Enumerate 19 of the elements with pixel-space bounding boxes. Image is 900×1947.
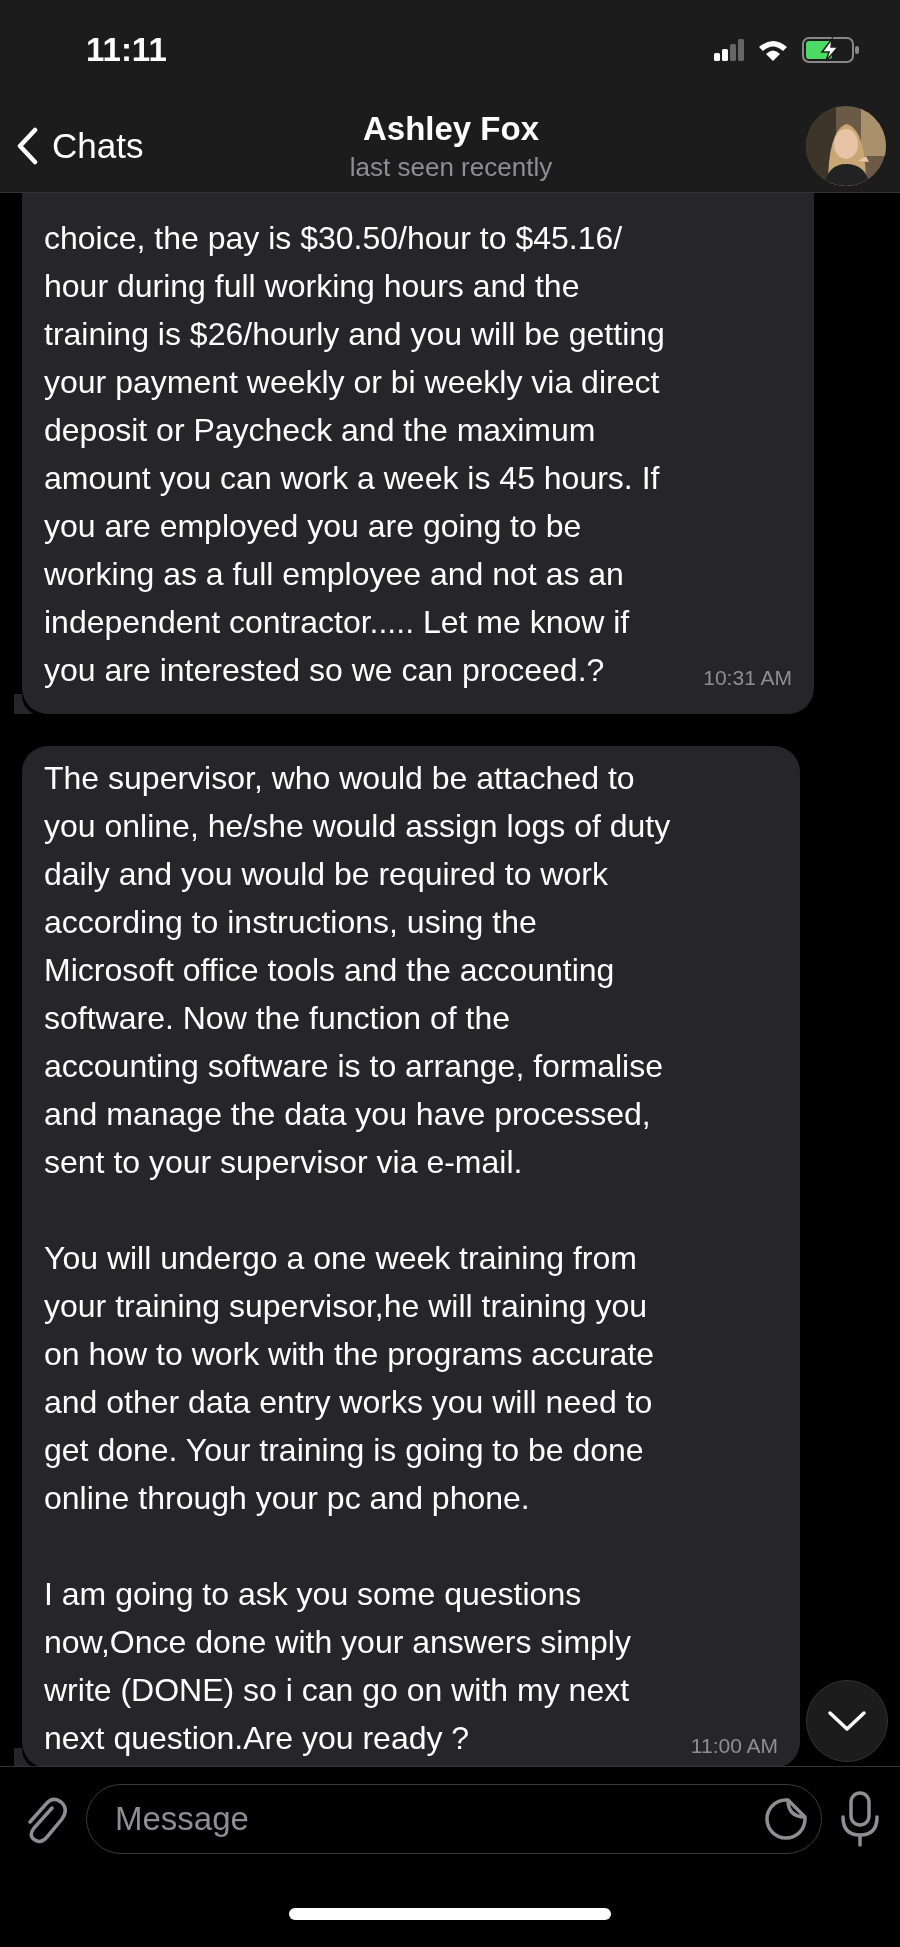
message-input[interactable]: Message [86,1784,822,1854]
bubble-tail-icon [14,694,34,714]
message-time: 11:00 AM [690,1734,778,1759]
contact-name: Ashley Fox [362,109,539,148]
status-time: 11:11 [86,31,167,69]
message-text: You will undergo a one week training from your training supervisor,he will training you on how to work with the programs accurate and other data entry works you will need to get done. Your training is going to be done online through your pc and phone. [44,1239,656,1518]
wifi-icon [758,39,788,61]
last-seen-status: last seen recently [349,151,553,183]
message-time: 10:31 AM [703,666,792,691]
message-text: choice, the pay is $30.50/hour to $45.16/ hour during full working hours and the training is $26/hourly and you will be getting your payment weekly or bi weekly via direct deposit or Paycheck and the maximum amount you can work a week is 45 hours. If you are employed you are going to be working as a full employee and not as an independent contractor..... Let me know if you are interested so we can proceed.? [44,219,665,690]
message-text: The supervisor, who would be attached to you online, he/she would assign logs of duty daily and you would be required to work according to instructions, using the Microsoft office tools and the accounting software. Now the function of the accounting software is to arrange, formalise and manage the data you have processed, sent to your supervisor via e-mail. [44,759,672,1182]
chevron-left-icon [16,127,38,165]
back-button[interactable]: Chats [16,126,206,166]
message-text: I am going to ask you some questions now,Once done with your answers simply write (DONE) so i can go on with my next next question.Are you ready ? [44,1575,631,1758]
microphone-icon[interactable] [840,1791,880,1847]
sticker-icon[interactable] [764,1797,808,1841]
signal-icon [714,39,744,61]
chevron-down-icon [827,1710,867,1732]
battery-charging-icon [802,37,860,63]
